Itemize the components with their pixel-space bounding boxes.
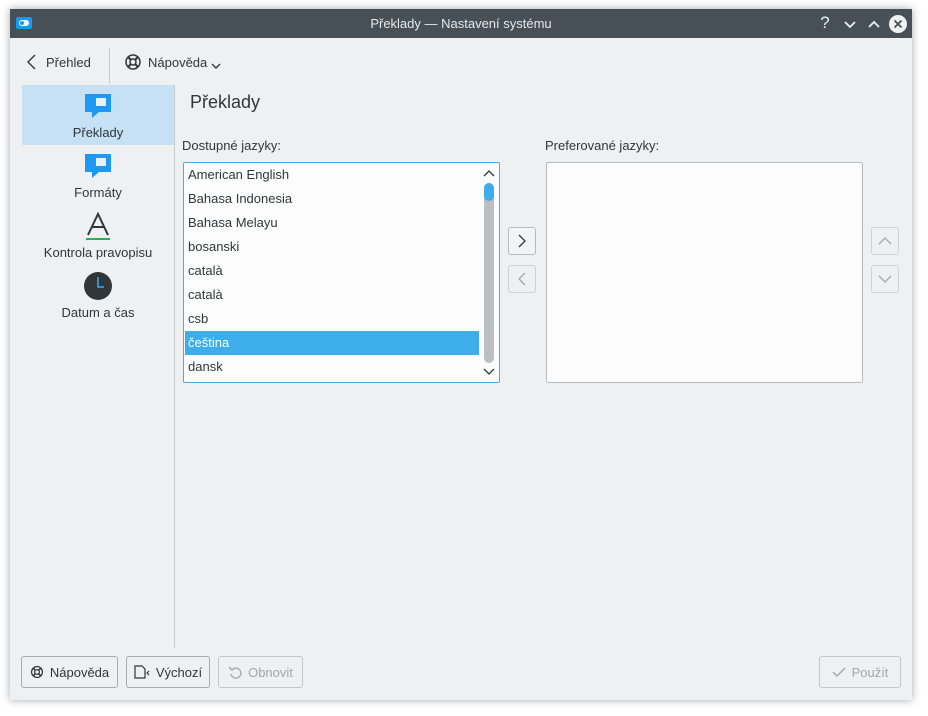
close-button[interactable] xyxy=(889,15,907,33)
page-title: Překlady xyxy=(190,92,261,112)
back-overview-button[interactable]: Přehled xyxy=(26,48,91,76)
move-down-button[interactable] xyxy=(871,265,899,293)
add-language-button[interactable] xyxy=(508,227,536,255)
list-item[interactable]: català xyxy=(185,259,479,283)
list-item[interactable]: American English xyxy=(185,163,479,187)
apply-button-label: Použít xyxy=(851,664,889,680)
speech-bubble-icon xyxy=(85,94,111,118)
defaults-button[interactable]: Výchozí xyxy=(126,656,210,688)
sidebar-item-formats[interactable]: Formáty xyxy=(22,145,174,205)
back-overview-label: Přehled xyxy=(46,54,91,70)
reset-button-label: Obnovit xyxy=(248,664,293,680)
toolbar: Přehled Nápověda xyxy=(10,38,912,86)
remove-language-button[interactable] xyxy=(508,265,536,293)
chevron-down-icon xyxy=(211,63,221,69)
available-languages-label: Dostupné jazyky: xyxy=(182,138,281,153)
lifebuoy-icon xyxy=(125,54,141,70)
settings-window: Překlady — Nastavení systému ? Přehled N… xyxy=(10,9,912,700)
list-item-selected[interactable]: čeština xyxy=(185,331,479,355)
preferred-languages-list[interactable] xyxy=(546,162,863,383)
toolbar-separator xyxy=(109,48,110,84)
chevron-right-icon xyxy=(518,234,526,248)
sidebar-divider xyxy=(174,85,175,648)
chevron-left-icon xyxy=(518,272,526,286)
chevron-up-icon xyxy=(878,237,892,245)
sidebar: Překlady Formáty Kontrola pravopisu Datu… xyxy=(22,85,174,648)
title-bar[interactable]: Překlady — Nastavení systému ? xyxy=(10,9,912,38)
defaults-button-label: Výchozí xyxy=(155,664,203,680)
sidebar-item-datetime[interactable]: Datum a čas xyxy=(22,265,174,325)
list-item[interactable]: csb xyxy=(185,307,479,331)
sidebar-item-spellcheck[interactable]: Kontrola pravopisu xyxy=(22,205,174,265)
list-item[interactable]: català xyxy=(185,283,479,307)
scrollbar-thumb[interactable] xyxy=(484,183,494,201)
help-menu-label: Nápověda xyxy=(148,54,208,70)
spellcheck-icon xyxy=(86,211,110,240)
clock-icon xyxy=(84,272,112,300)
chevron-left-icon xyxy=(27,54,36,70)
document-revert-icon xyxy=(134,665,150,679)
scroll-up-icon[interactable] xyxy=(482,167,496,179)
help-menu-button[interactable]: Nápověda xyxy=(124,48,221,76)
maximize-button[interactable] xyxy=(865,15,883,33)
scrollbar-track[interactable] xyxy=(484,183,494,363)
list-item[interactable]: dansk xyxy=(185,355,479,379)
sidebar-item-label: Formáty xyxy=(74,185,122,200)
list-item[interactable]: Bahasa Indonesia xyxy=(185,187,479,211)
move-up-button[interactable] xyxy=(871,227,899,255)
context-help-button[interactable]: ? xyxy=(816,14,834,32)
sidebar-item-label: Datum a čas xyxy=(61,305,135,320)
minimize-button[interactable] xyxy=(841,15,859,33)
sidebar-item-translations[interactable]: Překlady xyxy=(22,85,174,145)
help-button-label: Nápověda xyxy=(49,664,110,680)
sidebar-item-label: Překlady xyxy=(72,125,124,140)
chevron-down-icon xyxy=(878,275,892,283)
apply-button[interactable]: Použít xyxy=(819,656,901,688)
undo-icon xyxy=(228,666,242,679)
window-title: Překlady — Nastavení systému xyxy=(370,16,552,31)
available-languages-list[interactable]: American English Bahasa Indonesia Bahasa… xyxy=(183,162,500,383)
checkmark-icon xyxy=(832,667,846,677)
lifebuoy-icon xyxy=(30,665,43,679)
list-item[interactable]: Bahasa Melayu xyxy=(185,211,479,235)
list-item[interactable]: bosanski xyxy=(185,235,479,259)
sidebar-item-label: Kontrola pravopisu xyxy=(43,245,153,260)
help-button[interactable]: Nápověda xyxy=(21,656,118,688)
reset-button[interactable]: Obnovit xyxy=(218,656,303,688)
scroll-down-icon[interactable] xyxy=(482,366,496,378)
speech-bubble-icon xyxy=(85,154,111,178)
preferred-languages-label: Preferované jazyky: xyxy=(545,138,660,153)
